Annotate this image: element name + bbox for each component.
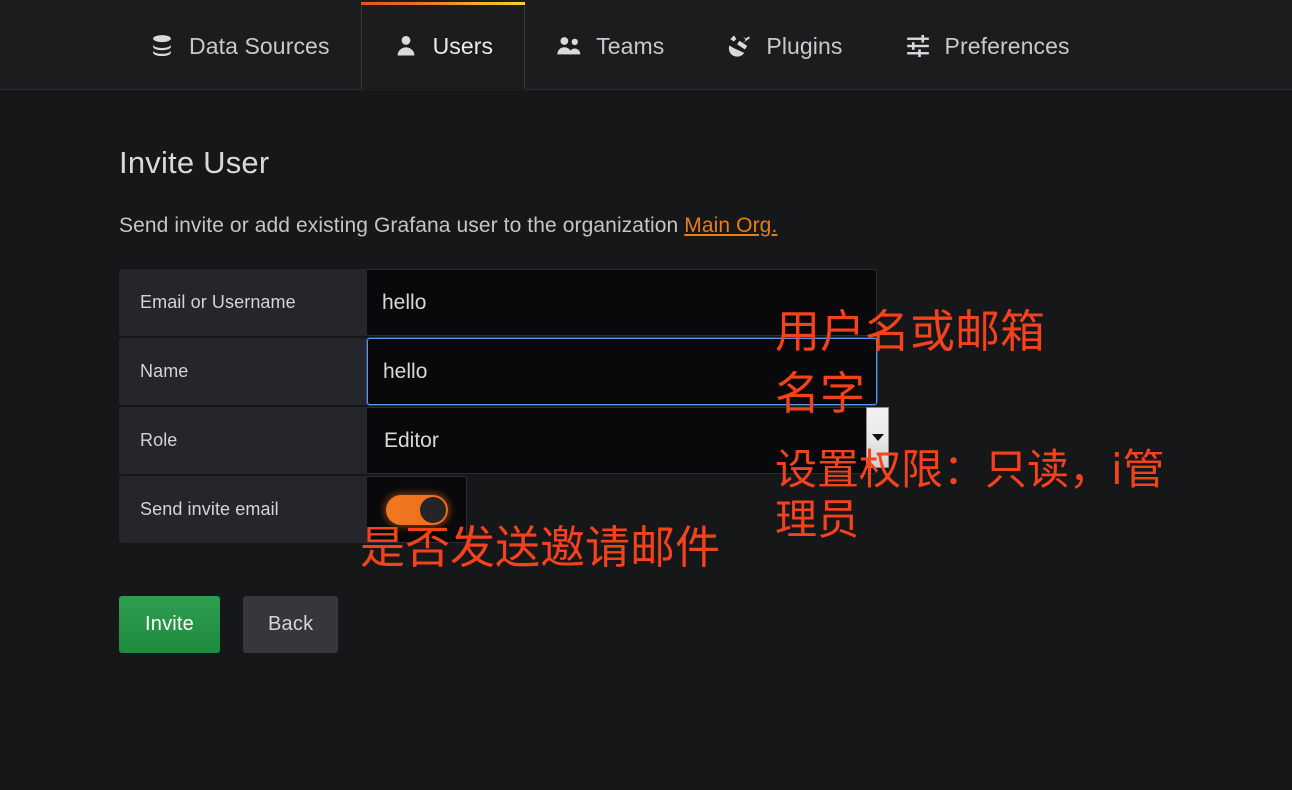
form-row-email: Email or Username (119, 269, 877, 336)
sliders-icon (905, 33, 931, 59)
tab-users[interactable]: Users (360, 2, 526, 91)
tab-label: Plugins (766, 32, 843, 59)
page-subtitle-text: Send invite or add existing Grafana user… (119, 214, 685, 237)
form-actions: Invite Back (119, 596, 1292, 653)
users-icon (556, 33, 582, 59)
name-label: Name (119, 338, 367, 405)
form-row-name: Name (119, 338, 877, 405)
email-label: Email or Username (119, 269, 367, 336)
toggle-knob (419, 496, 446, 523)
annotation-name: 名字 (775, 367, 866, 420)
settings-tab-bar: Data Sources Users Teams Plugins Prefere… (0, 0, 1292, 91)
org-link[interactable]: Main Org. (684, 214, 777, 237)
invite-user-page: Invite User Send invite or add existing … (0, 145, 1292, 653)
tab-label: Preferences (944, 32, 1070, 59)
page-subtitle: Send invite or add existing Grafana user… (119, 214, 1292, 238)
tab-label: Teams (596, 32, 665, 59)
back-button[interactable]: Back (243, 596, 339, 653)
tab-teams[interactable]: Teams (525, 2, 695, 90)
annotation-role: 设置权限：只读，i管理员 (775, 445, 1165, 544)
send-invite-email-label: Send invite email (119, 476, 367, 543)
form-row-role: Role Editor (119, 407, 889, 474)
tab-data-sources[interactable]: Data Sources (118, 2, 361, 90)
invite-user-form: Email or Username Name Role Editor Se (119, 269, 889, 543)
annotation-email: 用户名或邮箱 (775, 305, 1046, 358)
plug-icon (726, 33, 752, 59)
tab-preferences[interactable]: Preferences (874, 2, 1101, 90)
role-selected-value: Editor (384, 428, 439, 452)
tab-label: Users (432, 32, 494, 59)
invite-button[interactable]: Invite (119, 596, 221, 653)
tab-label: Data Sources (189, 32, 330, 59)
database-icon (149, 33, 175, 59)
annotation-send-invite: 是否发送邀请邮件 (360, 521, 721, 574)
tab-plugins[interactable]: Plugins (695, 2, 873, 90)
page-title: Invite User (119, 145, 270, 180)
user-icon (393, 33, 419, 59)
send-invite-email-toggle[interactable] (385, 494, 448, 525)
role-label: Role (119, 407, 367, 474)
